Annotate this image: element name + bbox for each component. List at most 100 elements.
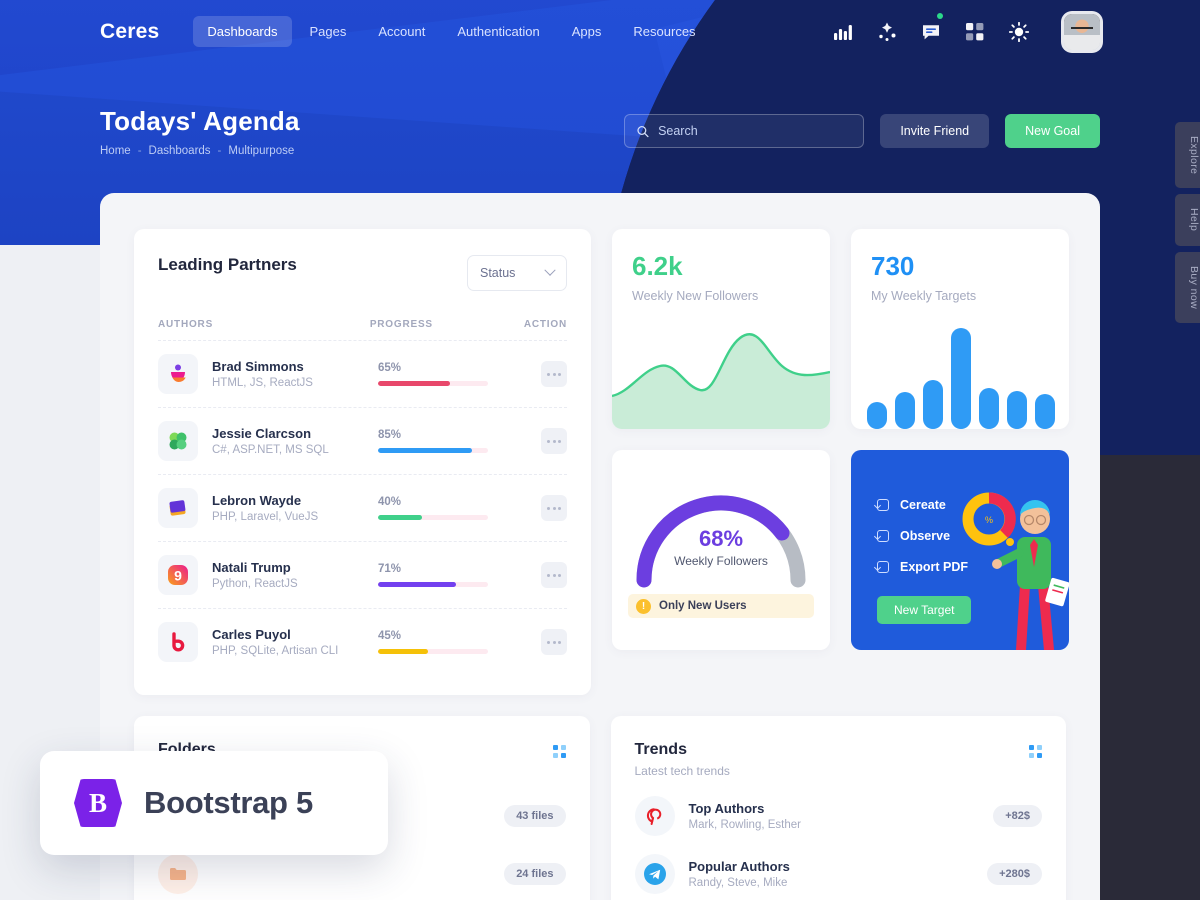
nav-item-pages[interactable]: Pages [296, 16, 361, 47]
partner-progress: 71% [378, 563, 538, 587]
partner-progress: 40% [378, 496, 538, 520]
brand-logo[interactable]: Ceres [100, 20, 159, 44]
side-tabs: Explore Help Buy now [1175, 122, 1200, 323]
list-item[interactable]: Popular Authors Randy, Steve, Mike +280$ [634, 854, 1042, 894]
trends-title-block: Trends Latest tech trends [635, 741, 730, 778]
sparkle-icon[interactable] [876, 21, 898, 43]
checkbox-icon[interactable] [877, 561, 889, 573]
trend-people: Randy, Steve, Mike [688, 877, 788, 889]
chart-bars-icon[interactable] [832, 21, 854, 43]
trends-title: Trends [634, 741, 687, 758]
pinterest-icon [634, 796, 675, 836]
layout-grid-icon[interactable] [964, 21, 986, 43]
cards-logo-icon [158, 488, 198, 528]
side-tab-help[interactable]: Help [1175, 194, 1200, 246]
stats-row: 6.2k Weekly New Followers 730 My Weekly … [612, 229, 1069, 429]
avatar[interactable] [1064, 13, 1100, 50]
nav-icon-group [832, 12, 1100, 50]
more-options-icon[interactable] [541, 629, 567, 655]
list-item[interactable]: Top Authors Mark, Rowling, Esther +82$ [634, 796, 1042, 836]
nav-links: Dashboards Pages Account Authentication … [193, 16, 709, 47]
nav-item-resources[interactable]: Resources [619, 16, 709, 47]
breadcrumb-item-dashboards[interactable]: Dashboards [149, 145, 211, 157]
alert-text: Only New Users [659, 600, 747, 612]
breadcrumb-item-multipurpose[interactable]: Multipurpose [228, 145, 294, 157]
tulip-logo-icon [158, 354, 198, 394]
top-navigation: Ceres Dashboards Pages Account Authentic… [0, 0, 1200, 63]
telegram-icon [634, 854, 675, 894]
nav-item-account[interactable]: Account [364, 16, 439, 47]
breadcrumb-item-home[interactable]: Home [100, 145, 131, 157]
table-row[interactable]: Carles Puyol PHP, SQLite, Artisan CLI 45… [158, 608, 567, 675]
status-dropdown-label: Status [480, 266, 516, 280]
leading-partners-card: Leading Partners Status AUTHORS PROGRESS… [134, 229, 591, 695]
alert-banner: ! Only New Users [628, 594, 814, 618]
stat-value: 6.2k [632, 251, 683, 281]
grid-dots-icon[interactable] [1029, 745, 1042, 758]
grid-dots-icon[interactable] [552, 745, 566, 758]
header-actions: Invite Friend New Goal [624, 114, 1100, 148]
nav-item-authentication[interactable]: Authentication [443, 16, 553, 47]
progress-value: 85% [378, 429, 402, 441]
stat-label: My Weekly Targets [871, 289, 977, 303]
trends-card: Trends Latest tech trends Top Authors Ma… [610, 716, 1066, 900]
new-target-card: Cereate Observe Export PDF New Target % [851, 450, 1069, 650]
more-options-icon[interactable] [541, 428, 567, 454]
checkbox-icon[interactable] [877, 499, 889, 511]
checklist-label: Cereate [900, 498, 946, 512]
warning-icon: ! [636, 598, 651, 614]
partner-name-block: Lebron Wayde PHP, Laravel, VueJS [212, 493, 378, 523]
stat-value: 730 [871, 251, 915, 281]
table-row[interactable]: 9 Natali Trump Python, ReactJS 71% [158, 541, 567, 608]
more-options-icon[interactable] [541, 361, 567, 387]
more-options-icon[interactable] [541, 562, 567, 588]
partner-name: Natali Trump [212, 560, 291, 575]
svg-text:%: % [985, 515, 993, 525]
side-tab-explore[interactable]: Explore [1175, 122, 1200, 189]
search-icon [637, 125, 649, 137]
folder-file-count: 24 files [504, 863, 566, 885]
progress-bar-track [378, 515, 488, 520]
partner-stack: C#, ASP.NET, MS SQL [212, 444, 329, 456]
new-goal-button[interactable]: New Goal [1005, 114, 1100, 148]
bootstrap-badge[interactable]: B Bootstrap 5 [40, 751, 388, 855]
progress-bar-track [378, 381, 488, 386]
breadcrumb-separator: - [217, 145, 222, 157]
partners-column-headers: AUTHORS PROGRESS ACTION [158, 319, 567, 340]
chat-bubble-icon[interactable] [920, 12, 943, 43]
page-title-block: Todays' Agenda Home - Dashboards - Multi… [100, 106, 300, 157]
weekly-targets-card: 730 My Weekly Targets [851, 229, 1069, 429]
partner-action [538, 361, 567, 387]
gauge-caption: Weekly Followers [674, 554, 768, 568]
status-dropdown[interactable]: Status [467, 255, 567, 291]
gauge-percent: 68% [698, 526, 744, 551]
gauge-label-block: 68% Weekly Followers [628, 526, 814, 568]
nine-logo-icon: 9 [158, 555, 198, 595]
avatar-image [1064, 13, 1100, 50]
nav-item-dashboards[interactable]: Dashboards [193, 16, 292, 47]
progress-bar-track [378, 582, 488, 587]
table-row[interactable]: Brad Simmons HTML, JS, ReactJS 65% [158, 340, 567, 407]
partner-progress: 65% [378, 362, 538, 386]
sun-icon[interactable] [1008, 21, 1030, 43]
nav-item-apps[interactable]: Apps [558, 16, 616, 47]
search-box[interactable] [624, 114, 865, 148]
checkbox-icon[interactable] [877, 530, 889, 542]
notification-dot [937, 12, 943, 19]
gauge-card: 68% Weekly Followers ! Only New Users [612, 450, 830, 650]
invite-friend-button[interactable]: Invite Friend [880, 114, 990, 148]
partner-name-block: Natali Trump Python, ReactJS [212, 560, 378, 590]
progress-value: 40% [378, 496, 402, 508]
table-row[interactable]: Jessie Clarcson C#, ASP.NET, MS SQL 85% [158, 407, 567, 474]
partner-action [538, 629, 567, 655]
breadcrumb-separator: - [137, 145, 142, 157]
search-input[interactable] [658, 124, 852, 138]
trend-people: Mark, Rowling, Esther [688, 819, 801, 831]
table-row[interactable]: Lebron Wayde PHP, Laravel, VueJS 40% [158, 474, 567, 541]
list-item[interactable]: 24 files [158, 854, 566, 894]
side-tab-buy-now[interactable]: Buy now [1175, 251, 1200, 323]
more-options-icon[interactable] [541, 495, 567, 521]
trends-header: Trends Latest tech trends [635, 741, 1042, 778]
trend-name: Popular Authors [688, 859, 790, 874]
partners-header: Leading Partners Status [158, 255, 567, 291]
